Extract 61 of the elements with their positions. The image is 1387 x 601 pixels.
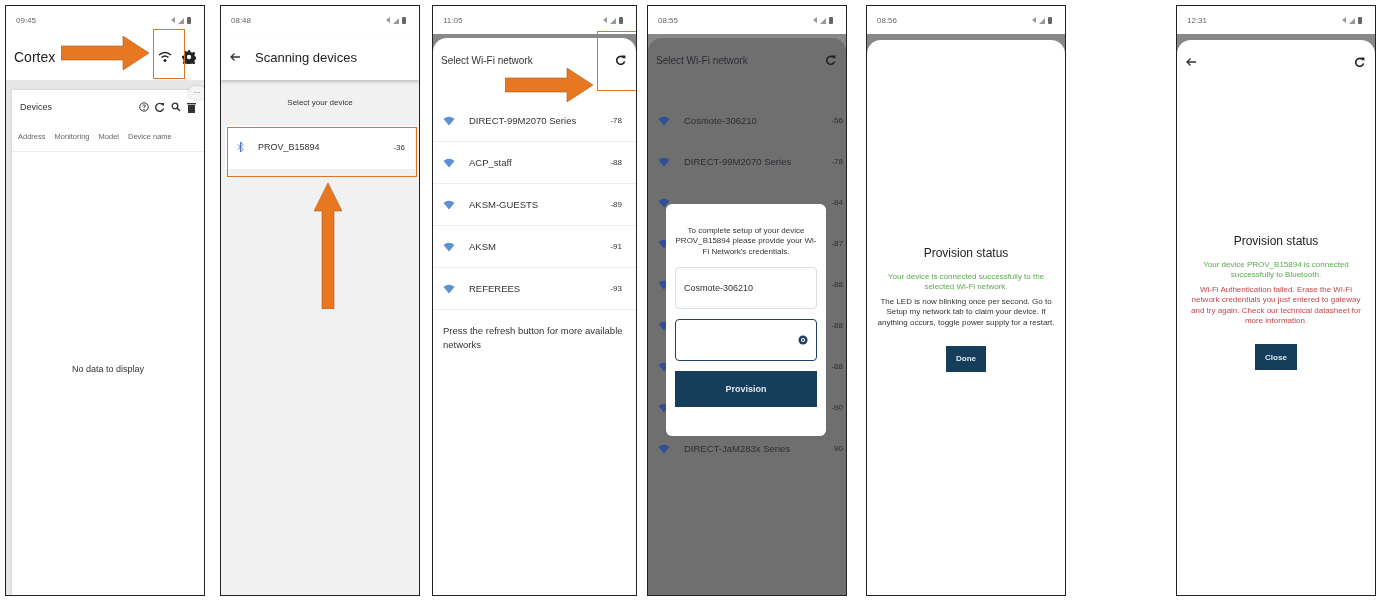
status-bar-icon <box>1341 15 1363 25</box>
prompt-text: Select your device <box>287 98 353 107</box>
signal-strength: -84 <box>831 198 843 207</box>
status-message: The LED is now blinking once per second. Go to Setup my network tab to claim your device. If anything occurs, toggle power supply for a restart. <box>877 296 1055 328</box>
status-message: Wi-Fi Authentication failed. Erase the Wi-Fi network credentials you just entered to gateway and try again. Check our technical datasheet for more information. <box>1190 284 1362 327</box>
network-name[interactable]: AKSM <box>469 241 496 252</box>
highlight-frame <box>597 31 636 91</box>
more-button[interactable]: ... <box>188 86 204 100</box>
network-name[interactable]: DIRECT-99M2070 Series <box>469 115 577 126</box>
status-bar-icon <box>812 15 834 25</box>
status-bar-icon <box>602 15 624 25</box>
status-bar-icon <box>1031 15 1053 25</box>
signal-strength: -89 <box>610 200 622 209</box>
network-name[interactable]: ACP_staff <box>469 157 512 168</box>
refresh-icon[interactable] <box>1355 57 1365 67</box>
status-title: Provision status <box>1233 234 1319 248</box>
back-arrow-icon[interactable] <box>1185 57 1197 67</box>
status-time: 08:48 <box>231 15 252 25</box>
refresh-icon[interactable] <box>155 102 165 112</box>
help-icon[interactable] <box>139 102 149 112</box>
signal-strength: -78 <box>831 157 843 166</box>
wifi-icon[interactable] <box>658 197 670 208</box>
empty-message: No data to display <box>71 364 144 376</box>
provision-button[interactable]: Provision <box>675 371 817 408</box>
network-name[interactable]: REFEREES <box>469 283 521 294</box>
delete-icon[interactable] <box>187 101 196 113</box>
back-arrow-icon[interactable] <box>229 52 241 62</box>
highlight-frame <box>153 29 185 79</box>
device-row[interactable]: PROV_B15894 -36 <box>225 125 415 169</box>
hint-text: Press the refresh button for more available networks <box>443 324 624 353</box>
dialog-button[interactable]: Close <box>1255 344 1297 371</box>
status-time: 12:31 <box>1187 15 1208 25</box>
sheet-title: Select Wi-Fi network <box>656 54 748 66</box>
status-time: 09:45 <box>16 15 37 25</box>
password-field[interactable] <box>675 319 817 362</box>
sheet-title: Select Wi-Fi network <box>441 54 533 66</box>
ssid-field[interactable]: Cosmote-306210 <box>675 267 817 310</box>
status-bar-icon <box>170 15 192 25</box>
status-bar-icon <box>385 15 407 25</box>
bluetooth-icon <box>237 141 244 153</box>
status-message: Your device PROV_B15894 is connected successfully to Bluetooth. <box>1202 260 1350 281</box>
search-icon[interactable] <box>171 102 181 112</box>
status-title: Provision status <box>923 246 1009 260</box>
dialog-message: To complete setup of your device PROV_B15894 please provide your Wi-Fi Network's credentials. <box>675 226 817 258</box>
wifi-icon[interactable] <box>158 51 172 63</box>
app-title: Cortex <box>14 49 56 65</box>
status-time: 11:05 <box>443 15 463 25</box>
signal-strength: -93 <box>610 284 622 293</box>
network-name[interactable]: AKSM-GUESTS <box>469 199 539 210</box>
dialog-button[interactable]: Done <box>946 345 986 372</box>
status-time: 08:55 <box>658 15 679 25</box>
signal-strength: -88 <box>610 158 622 167</box>
settings-icon[interactable] <box>182 50 196 64</box>
screen-title: Scanning devices <box>255 49 357 65</box>
card-title: Devices <box>20 102 52 112</box>
eye-icon[interactable] <box>798 335 808 346</box>
refresh-icon[interactable] <box>616 55 626 65</box>
status-time: 08:56 <box>877 15 898 25</box>
signal-strength: -91 <box>610 242 622 251</box>
signal-strength: -78 <box>610 116 622 125</box>
status-message: Your device is connected successfully to the selected Wi-Fi network. <box>886 272 1046 293</box>
